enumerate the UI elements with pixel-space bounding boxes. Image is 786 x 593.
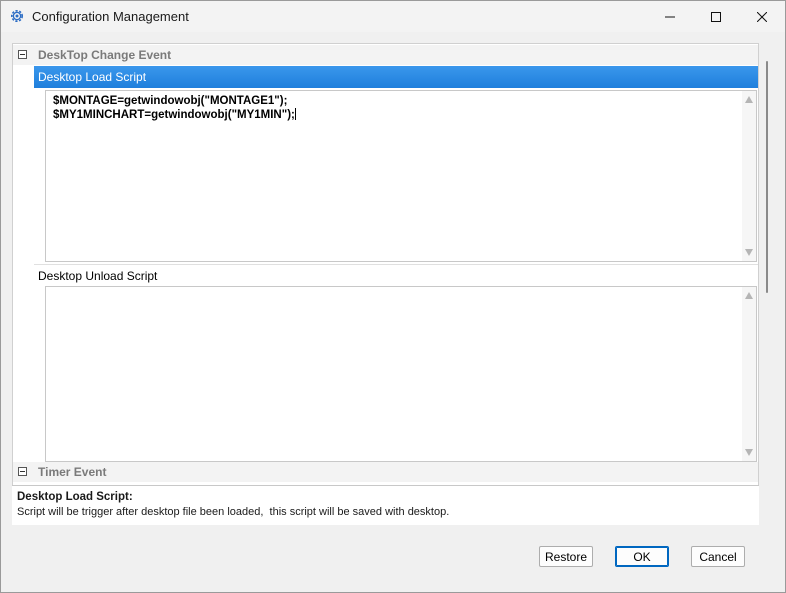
collapse-icon[interactable] bbox=[18, 467, 27, 476]
scroll-down-icon[interactable] bbox=[745, 449, 753, 456]
text-caret bbox=[294, 108, 296, 120]
collapse-icon[interactable] bbox=[18, 50, 27, 59]
title-bar[interactable]: Configuration Management bbox=[1, 1, 785, 32]
property-label: Desktop Load Script bbox=[38, 70, 147, 84]
property-unload-script[interactable]: Desktop Unload Script bbox=[34, 264, 758, 287]
editor-scrollbar[interactable] bbox=[742, 287, 756, 461]
editor-scrollbar[interactable] bbox=[742, 91, 756, 261]
property-grid-scrollbar[interactable] bbox=[759, 43, 775, 525]
scroll-down-icon[interactable] bbox=[745, 249, 753, 256]
code-line: $MONTAGE=getwindowobj("MONTAGE1"); bbox=[53, 95, 288, 107]
group-desktop-change[interactable]: DeskTop Change Event bbox=[13, 45, 758, 65]
load-script-editor[interactable]: $MONTAGE=getwindowobj("MONTAGE1"); $MY1MI… bbox=[45, 90, 757, 262]
group-label: Timer Event bbox=[38, 465, 107, 479]
close-button[interactable] bbox=[739, 1, 785, 32]
property-grid: DeskTop Change Event Desktop Load Script… bbox=[12, 43, 759, 525]
scroll-up-icon[interactable] bbox=[745, 96, 753, 103]
group-label: DeskTop Change Event bbox=[38, 48, 172, 62]
property-label: Desktop Unload Script bbox=[38, 269, 158, 283]
window-title: Configuration Management bbox=[32, 9, 189, 24]
configuration-window: Configuration Management DeskTop Change … bbox=[0, 0, 786, 593]
unload-script-editor[interactable] bbox=[45, 286, 757, 462]
description-title: Desktop Load Script: bbox=[17, 491, 133, 503]
maximize-icon bbox=[711, 11, 721, 22]
scrollbar-thumb[interactable] bbox=[766, 61, 768, 293]
ok-button[interactable]: OK bbox=[615, 546, 669, 567]
gear-icon bbox=[9, 8, 25, 24]
description-panel: Desktop Load Script: Script will be trig… bbox=[12, 485, 759, 525]
maximize-button[interactable] bbox=[693, 1, 739, 32]
close-icon bbox=[757, 11, 767, 22]
group-timer[interactable]: Timer Event bbox=[13, 462, 758, 482]
restore-button[interactable]: Restore bbox=[539, 546, 593, 567]
minimize-button[interactable] bbox=[647, 1, 693, 32]
code-line: $MY1MINCHART=getwindowobj("MY1MIN"); bbox=[53, 109, 295, 121]
scroll-up-icon[interactable] bbox=[745, 292, 753, 299]
minimize-icon bbox=[665, 16, 675, 17]
property-load-script[interactable]: Desktop Load Script bbox=[34, 66, 758, 88]
cancel-button[interactable]: Cancel bbox=[691, 546, 745, 567]
description-text: Script will be trigger after desktop fil… bbox=[17, 506, 450, 518]
code-area[interactable]: $MONTAGE=getwindowobj("MONTAGE1"); $MY1MI… bbox=[53, 94, 296, 122]
